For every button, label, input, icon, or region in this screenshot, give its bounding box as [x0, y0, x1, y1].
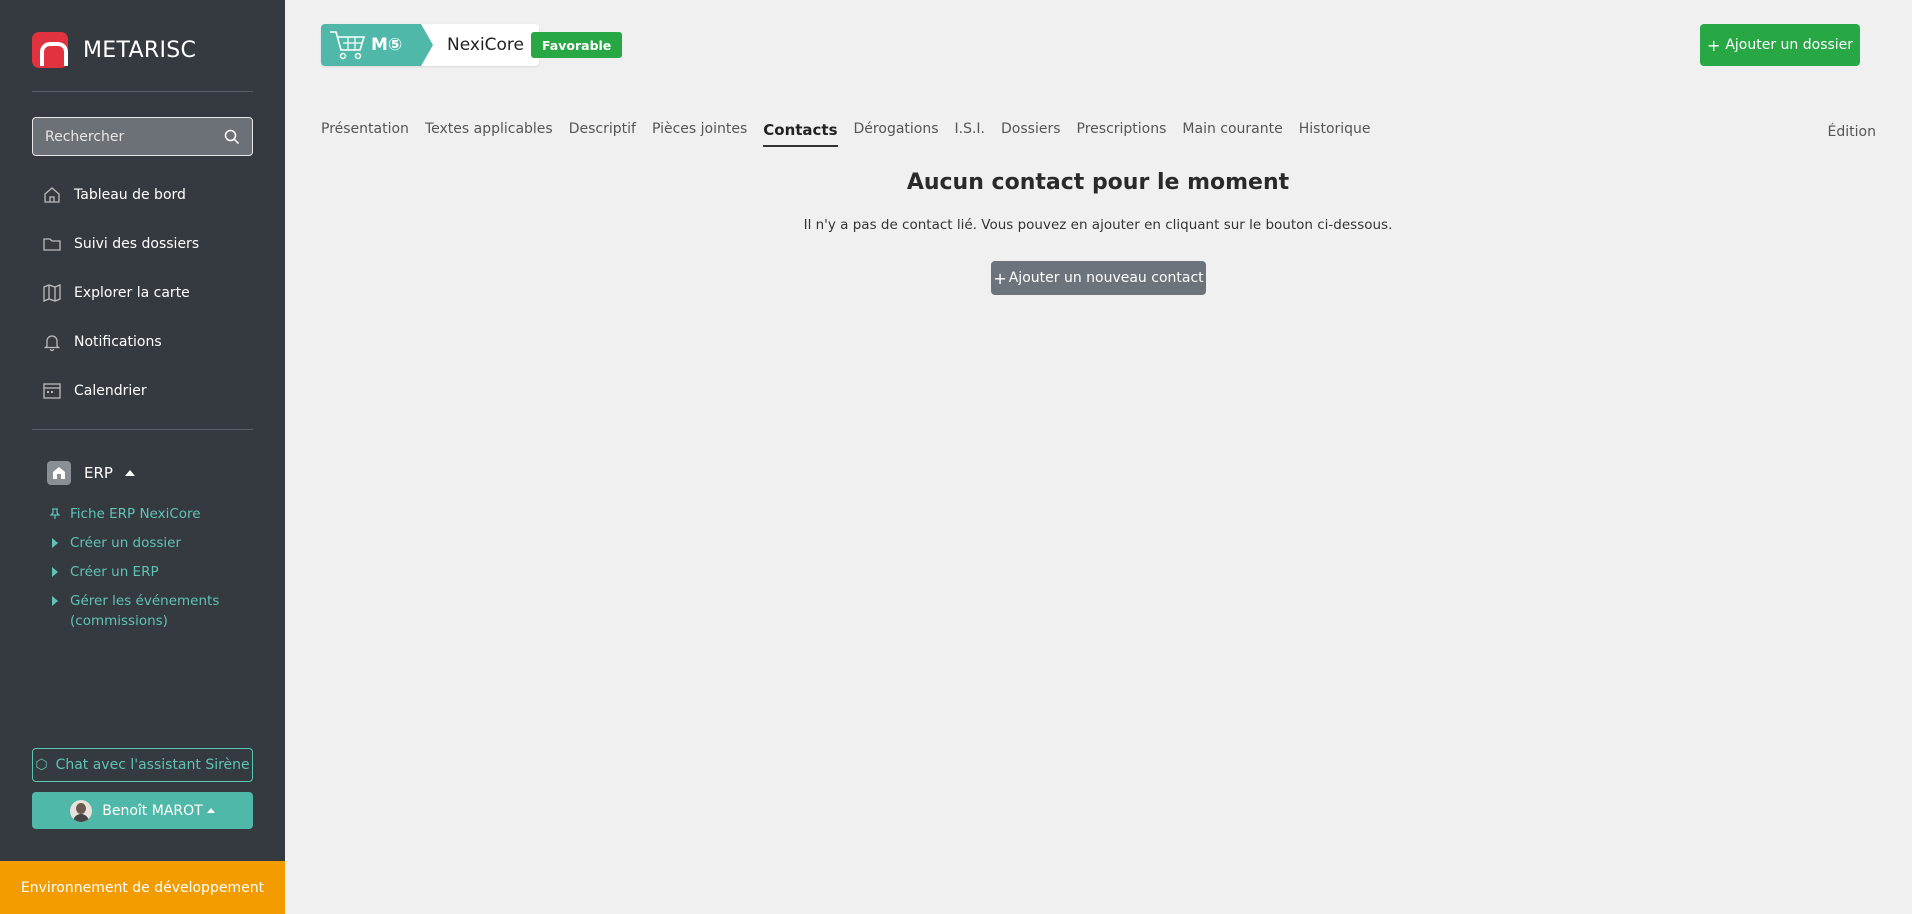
edit-link[interactable]: Édition [1828, 124, 1876, 140]
nav-item-calendar[interactable]: Calendrier [42, 366, 199, 415]
add-contact-label: Ajouter un nouveau contact [1008, 270, 1204, 286]
nav-item-label: Calendrier [74, 382, 147, 399]
user-menu-button[interactable]: Benoît MAROT [32, 792, 253, 829]
add-contact-button[interactable]: + Ajouter un nouveau contact [991, 261, 1206, 295]
divider [32, 429, 253, 430]
tab-isi[interactable]: I.S.I. [955, 121, 986, 147]
erp-submenu: Fiche ERP NexiCore Créer un dossier Crée… [50, 504, 260, 640]
erp-item-create-dossier[interactable]: Créer un dossier [50, 533, 260, 553]
caret-up-icon [124, 470, 135, 476]
triangle-right-icon [50, 562, 60, 582]
search-icon[interactable] [224, 129, 240, 145]
brand-name: METARISC [83, 37, 197, 63]
hexagon-icon: ⬡ [35, 757, 48, 773]
status-badge: Favorable [531, 32, 623, 58]
tab-textes-applicables[interactable]: Textes applicables [425, 121, 553, 147]
tab-pieces-jointes[interactable]: Pièces jointes [652, 121, 747, 147]
calendar-icon [43, 382, 61, 399]
pin-icon [50, 504, 60, 524]
tab-prescriptions[interactable]: Prescriptions [1077, 121, 1167, 147]
tab-derogations[interactable]: Dérogations [854, 121, 939, 147]
search-box[interactable] [32, 117, 253, 156]
nav-item-label: Suivi des dossiers [74, 235, 200, 252]
tab-historique[interactable]: Historique [1299, 121, 1371, 147]
metarisc-logo-icon [32, 32, 68, 68]
empty-state-title: Aucun contact pour le moment [906, 170, 1290, 195]
erp-item-label: Fiche ERP NexiCore [70, 506, 201, 522]
folder-icon [43, 237, 61, 251]
nav-item-label: Notifications [74, 333, 162, 350]
chat-assistant-button[interactable]: ⬡ Chat avec l'assistant Sirène [32, 748, 253, 782]
entity-header: M⑤ NexiCore [321, 24, 540, 66]
divider [32, 91, 253, 92]
tab-bar: Présentation Textes applicables Descript… [321, 121, 1387, 147]
sidebar: METARISC Tableau de bord Suivi des dossi… [0, 0, 285, 914]
tab-contacts[interactable]: Contacts [763, 121, 838, 147]
entity-category: M⑤ [371, 35, 403, 55]
empty-state-text: Il n'y a pas de contact lié. Vous pouvez… [803, 217, 1393, 233]
tab-descriptif[interactable]: Descriptif [569, 121, 636, 147]
erp-item-label: Gérer les événements (commissions) [70, 593, 220, 629]
add-dossier-label: Ajouter un dossier [1725, 37, 1854, 53]
search-input[interactable] [45, 128, 224, 145]
erp-section-label: ERP [84, 464, 113, 482]
tab-presentation[interactable]: Présentation [321, 121, 409, 147]
main-nav: Tableau de bord Suivi des dossiers Explo… [42, 170, 199, 415]
entity-category-block: M⑤ [321, 24, 433, 66]
avatar [70, 799, 93, 822]
environment-label: Environnement de développement [20, 879, 265, 896]
triangle-right-icon [50, 591, 60, 611]
shopping-cart-icon [330, 31, 366, 60]
nav-item-map[interactable]: Explorer la carte [42, 268, 199, 317]
entity-name: NexiCore [447, 35, 525, 55]
plus-icon: + [1706, 35, 1721, 55]
chat-assistant-label: Chat avec l'assistant Sirène [55, 757, 250, 773]
plus-icon: + [993, 268, 1007, 288]
nav-item-notifications[interactable]: Notifications [42, 317, 199, 366]
caret-up-icon [206, 808, 215, 813]
tab-dossiers[interactable]: Dossiers [1001, 121, 1061, 147]
bell-icon [43, 334, 61, 351]
user-name: Benoît MAROT [102, 802, 203, 819]
add-dossier-button[interactable]: + Ajouter un dossier [1700, 24, 1860, 66]
building-icon [47, 461, 71, 485]
nav-item-label: Explorer la carte [74, 284, 190, 301]
triangle-right-icon [50, 533, 60, 553]
erp-item-create-erp[interactable]: Créer un ERP [50, 562, 260, 582]
erp-item-events[interactable]: Gérer les événements (commissions) [50, 591, 260, 631]
erp-section-toggle[interactable]: ERP [47, 461, 135, 485]
environment-banner: Environnement de développement [0, 861, 285, 914]
tab-main-courante[interactable]: Main courante [1182, 121, 1282, 147]
map-icon [43, 283, 61, 302]
brand[interactable]: METARISC [32, 32, 196, 68]
erp-item-fiche[interactable]: Fiche ERP NexiCore [50, 504, 260, 524]
erp-item-label: Créer un dossier [70, 535, 182, 551]
erp-item-label: Créer un ERP [70, 564, 159, 580]
